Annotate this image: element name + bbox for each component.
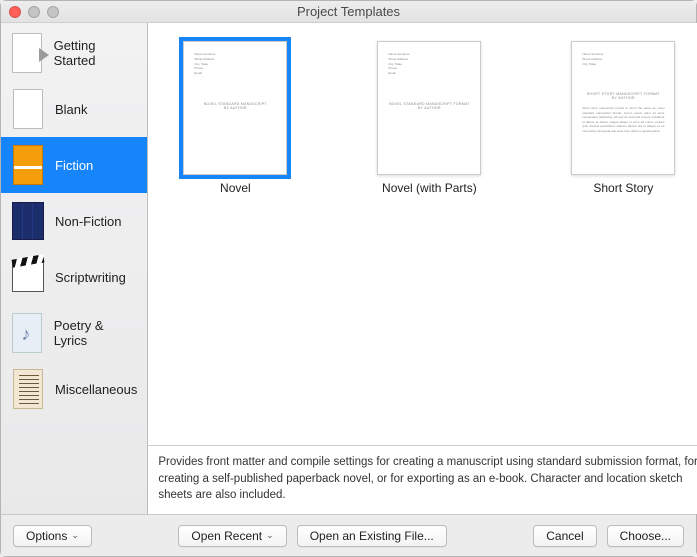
zoom-icon: [47, 6, 59, 18]
template-label: Novel (with Parts): [382, 181, 477, 195]
template-thumb-icon: Name SurnameStreet AddressCity, StatePho…: [183, 41, 287, 175]
window-title: Project Templates: [1, 4, 696, 19]
chevron-down-icon: ⌄: [266, 530, 274, 541]
fiction-book-icon: [11, 143, 45, 187]
sidebar-item-blank[interactable]: Blank: [1, 81, 147, 137]
arrow-page-icon: [11, 31, 44, 75]
clapper-icon: [11, 255, 45, 299]
sidebar-item-label: Poetry & Lyrics: [54, 318, 138, 348]
sidebar-item-poetry[interactable]: Poetry & Lyrics: [1, 305, 147, 361]
content-area: Name SurnameStreet AddressCity, StatePho…: [148, 23, 697, 514]
template-novel-parts[interactable]: Name SurnameStreet AddressCity, StatePho…: [354, 41, 504, 195]
button-label: Choose...: [620, 529, 671, 543]
sidebar-item-label: Fiction: [55, 158, 93, 173]
template-thumb-icon: Name SurnameStreet AddressCity, StatePho…: [377, 41, 481, 175]
sidebar-item-label: Getting Started: [54, 38, 138, 68]
blank-page-icon: [11, 87, 45, 131]
open-recent-button[interactable]: Open Recent ⌄: [178, 525, 286, 547]
sidebar-item-label: Scriptwriting: [55, 270, 126, 285]
sidebar-item-nonfiction[interactable]: Non-Fiction: [1, 193, 147, 249]
sidebar-item-label: Miscellaneous: [55, 382, 137, 397]
sidebar-item-label: Non-Fiction: [55, 214, 121, 229]
template-gallery: Name SurnameStreet AddressCity, StatePho…: [148, 23, 697, 445]
parchment-icon: [11, 367, 45, 411]
template-thumb-icon: Name SurnameStreet AddressCity, State SH…: [571, 41, 675, 175]
music-note-icon: [11, 311, 44, 355]
choose-button[interactable]: Choose...: [607, 525, 684, 547]
template-novel[interactable]: Name SurnameStreet AddressCity, StatePho…: [160, 41, 310, 195]
template-short-story[interactable]: Name SurnameStreet AddressCity, State SH…: [548, 41, 697, 195]
chevron-down-icon: ⌄: [71, 530, 79, 541]
button-label: Options: [26, 529, 67, 543]
button-label: Open an Existing File...: [310, 529, 434, 543]
sidebar-item-misc[interactable]: Miscellaneous: [1, 361, 147, 417]
titlebar: Project Templates: [1, 1, 696, 23]
sidebar-item-fiction[interactable]: Fiction: [1, 137, 147, 193]
template-description: Provides front matter and compile settin…: [148, 445, 697, 514]
minimize-icon: [28, 6, 40, 18]
sidebar-item-scriptwriting[interactable]: Scriptwriting: [1, 249, 147, 305]
options-button[interactable]: Options ⌄: [13, 525, 92, 547]
window-controls: [9, 6, 59, 18]
template-label: Short Story: [593, 181, 653, 195]
open-existing-button[interactable]: Open an Existing File...: [297, 525, 447, 547]
sidebar: Getting Started Blank Fiction Non-Fictio…: [1, 23, 148, 514]
button-label: Cancel: [546, 529, 583, 543]
books-icon: [11, 199, 45, 243]
main: Getting Started Blank Fiction Non-Fictio…: [1, 23, 696, 514]
sidebar-item-getting-started[interactable]: Getting Started: [1, 25, 147, 81]
template-label: Novel: [220, 181, 251, 195]
sidebar-item-label: Blank: [55, 102, 88, 117]
close-icon[interactable]: [9, 6, 21, 18]
button-label: Open Recent: [191, 529, 262, 543]
footer: Options ⌄ Open Recent ⌄ Open an Existing…: [1, 514, 696, 556]
cancel-button[interactable]: Cancel: [533, 525, 596, 547]
